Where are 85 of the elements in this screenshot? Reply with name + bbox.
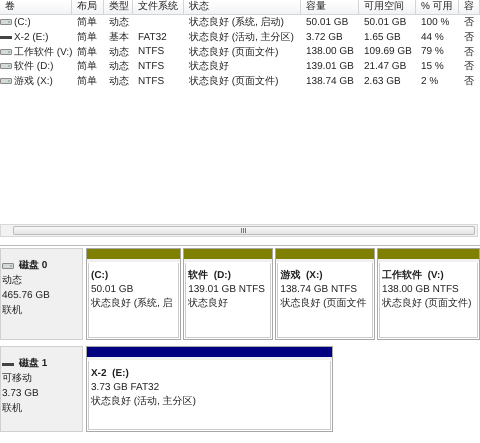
volume-name: X-2 (E:) [14,32,48,43]
table-cell-text: 否 [463,16,475,30]
volume-name: 游戏 (X:) [14,74,53,88]
table-cell-text: 动态 [108,46,130,59]
partition-box[interactable]: 游戏 (X:) 138.74 GB NTFS 状态良好 (页面文件 [275,248,376,340]
table-cell-text: 简单 [76,60,98,74]
table-cell-text: 138.00 GB [305,46,355,58]
table-cell-text: 状态良好 (系统, 启动) [188,16,285,30]
partition-label: 游戏 (X:) [280,269,324,283]
table-cell-text: 1.65 GB [363,32,402,43]
partition-size: 3.73 GB FAT32 [91,381,160,395]
table-cell-text: 100 % [420,16,450,28]
volume-name: 工作软件 (V:) [14,46,73,59]
table-cell-text: 状态良好 (页面文件) [188,74,280,88]
disk-name: 磁盘 1 [19,357,48,370]
table-cell-text: 50.01 GB [305,16,350,28]
table-cell-text: 2.63 GB [363,76,402,87]
table-cell-text: 109.69 GB [363,46,413,58]
partition-status: 状态良好 (活动, 主分区) [91,395,197,409]
column-header[interactable]: 可用空间 [359,0,416,14]
table-cell-text: 3.72 GB [305,32,344,43]
table-cell-text: 简单 [76,74,98,88]
partition-status: 状态良好 (系统, 启 [91,297,174,311]
table-cell-text: 状态良好 (活动, 主分区) [188,30,295,44]
table-cell-text: 44 % [420,32,445,43]
table-cell-text: 简单 [76,30,98,44]
table-cell-text: 否 [463,31,475,44]
column-header[interactable]: 布局 [72,0,104,14]
table-cell-text: 动态 [108,16,130,30]
partition-size: 50.01 GB [91,283,134,297]
partition-label: 软件 (D:) [188,269,232,283]
table-cell-text: 状态良好 [188,60,230,74]
partition-label: X-2 (E:) [91,367,130,381]
partition-status: 状态良好 (页面文件) [382,297,472,311]
column-header[interactable]: 容 [459,0,480,14]
table-cell-text: 动态 [108,74,130,88]
table-cell-text: 50.01 GB [363,16,408,28]
table-cell-text: 状态良好 (页面文件) [188,46,280,59]
table-cell-text: 15 % [420,60,445,72]
column-header[interactable]: 容量 [301,0,359,14]
table-cell-text: 否 [463,75,475,88]
partition-box[interactable]: X-2 (E:) 3.73 GB FAT32 状态良好 (活动, 主分区) [86,346,333,432]
partition-box[interactable]: 工作软件 (V:) 138.00 GB NTFS 状态良好 (页面文件) [377,248,480,340]
disk-size: 465.76 GB [2,289,51,302]
partition-box[interactable]: (C:) 50.01 GB 状态良好 (系统, 启 [86,248,182,340]
disk-status: 联机 [2,402,23,415]
disk-name: 磁盘 0 [19,259,48,272]
partition-status: 状态良好 [188,297,230,311]
partition-size: 138.00 GB NTFS [382,283,460,297]
disk-status: 联机 [2,304,23,317]
column-header[interactable]: 类型 [104,0,133,14]
column-header[interactable]: 卷 [0,0,72,14]
table-cell-text: 简单 [76,46,98,59]
table-cell-text: NTFS [137,76,166,87]
table-cell-text: 基本 [108,30,130,44]
table-cell-text: 否 [463,60,475,74]
column-header[interactable]: 文件系统 [133,0,184,14]
volume-name: 软件 (D:) [14,60,54,74]
partition-box[interactable]: 软件 (D:) 139.01 GB NTFS 状态良好 [183,248,274,340]
table-cell-text: 动态 [108,60,130,74]
table-cell-text: 否 [463,46,475,59]
table-cell-text: NTFS [137,60,166,72]
partition-label: (C:) [91,269,110,283]
table-cell-text: 21.47 GB [363,60,408,72]
table-cell-text: 简单 [76,16,98,30]
horizontal-scrollbar[interactable] [0,224,478,237]
disk-type: 可移动 [2,372,33,385]
grip-icon [241,228,247,233]
table-cell-text: 79 % [420,46,445,58]
table-cell-text: 139.01 GB [305,60,355,72]
table-cell-text: FAT32 [137,32,168,43]
table-cell-text: NTFS [137,46,166,58]
disk-type: 动态 [2,274,23,287]
partition-status: 状态良好 (页面文件 [280,297,368,311]
disk-label-panel[interactable]: 磁盘 0 动态 465.76 GB 联机 [0,248,83,340]
disk-size: 3.73 GB [2,387,40,400]
partition-size: 139.01 GB NTFS [188,283,266,297]
column-header[interactable]: % 可用 [416,0,459,14]
volume-name: (C:) [14,16,31,28]
table-cell-text: 138.74 GB [305,76,355,87]
disk-label-panel[interactable]: 磁盘 1 可移动 3.73 GB 联机 [0,346,83,432]
partition-size: 138.74 GB NTFS [280,283,358,297]
partition-label: 工作软件 (V:) [382,269,445,283]
table-cell-text: 2 % [420,76,440,87]
column-header[interactable]: 状态 [184,0,301,14]
